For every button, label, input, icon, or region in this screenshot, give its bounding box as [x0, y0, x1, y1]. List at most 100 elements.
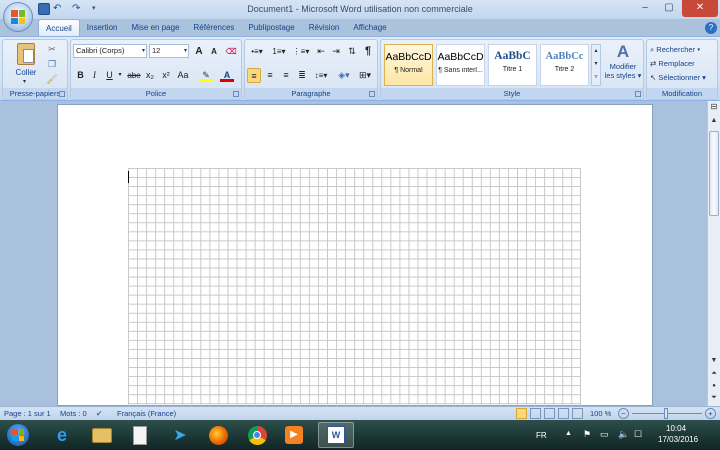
- web-layout-icon[interactable]: [544, 408, 555, 419]
- firefox-icon[interactable]: [206, 423, 230, 447]
- strikethrough-button[interactable]: abe: [126, 68, 142, 83]
- shrink-font-button[interactable]: A: [207, 44, 221, 59]
- action-center-flag-icon[interactable]: ⚑: [583, 429, 591, 440]
- full-screen-reading-icon[interactable]: [530, 408, 541, 419]
- style-normal[interactable]: AaBbCcD ¶ Normal: [384, 44, 433, 86]
- paste-button[interactable]: Coller ▾: [9, 42, 43, 87]
- browse-object-icon[interactable]: ●: [708, 380, 720, 392]
- sort-icon[interactable]: ⇅: [345, 44, 359, 59]
- align-left-icon[interactable]: ≡: [247, 68, 261, 83]
- next-page-icon[interactable]: ⏷: [708, 392, 720, 404]
- borders-icon[interactable]: ⊞▾: [355, 68, 375, 83]
- media-player-icon[interactable]: ▶: [282, 423, 306, 447]
- outline-view-icon[interactable]: [558, 408, 569, 419]
- zoom-slider-thumb[interactable]: [664, 408, 668, 419]
- network-icon[interactable]: ▭: [600, 429, 609, 440]
- select-button[interactable]: ↖ Sélectionner ▾: [650, 71, 716, 84]
- language-indicator[interactable]: Français (France): [117, 407, 176, 420]
- telegram-icon[interactable]: ➤: [168, 423, 192, 447]
- styles-gallery-scroll[interactable]: ▴ ▾ ▿: [591, 44, 601, 86]
- font-color-icon[interactable]: A: [219, 68, 235, 83]
- highlight-icon[interactable]: ✎: [198, 68, 214, 83]
- style-titre-2[interactable]: AaBbCc Titre 2: [540, 44, 589, 86]
- word-taskbar-button[interactable]: W: [318, 422, 354, 448]
- font-name-combo[interactable]: Calibri (Corps) ▾: [73, 44, 147, 58]
- numbering-icon[interactable]: 1≡▾: [269, 44, 289, 59]
- show-hidden-icons-icon[interactable]: ▲: [565, 430, 572, 437]
- document-page[interactable]: [57, 104, 653, 407]
- ruler-toggle-icon[interactable]: ⊟: [708, 101, 720, 113]
- zoom-level[interactable]: 100 %: [590, 407, 611, 420]
- cut-icon[interactable]: ✂: [45, 42, 59, 57]
- copy-icon[interactable]: ❐: [45, 57, 59, 72]
- italic-button[interactable]: I: [88, 68, 101, 83]
- scroll-down-icon[interactable]: ▼: [708, 355, 720, 367]
- justify-icon[interactable]: ≣: [295, 68, 309, 83]
- chrome-icon[interactable]: [245, 423, 269, 447]
- superscript-button[interactable]: x²: [159, 68, 173, 83]
- draft-view-icon[interactable]: [572, 408, 583, 419]
- document-file-icon[interactable]: [128, 423, 152, 447]
- replace-button[interactable]: ⇄ Remplacer: [650, 57, 716, 70]
- maximize-button[interactable]: ▢: [658, 0, 680, 17]
- tab-references[interactable]: Références: [187, 19, 242, 37]
- change-case-button[interactable]: Aa: [175, 68, 191, 83]
- tab-affichage[interactable]: Affichage: [346, 19, 393, 37]
- print-layout-icon[interactable]: [516, 408, 527, 419]
- tab-publipostage[interactable]: Publipostage: [241, 19, 301, 37]
- previous-page-icon[interactable]: ⏶: [708, 368, 720, 380]
- clear-format-icon[interactable]: ⌫: [224, 44, 238, 59]
- change-styles-button[interactable]: A Modifier les styles ▾: [603, 42, 643, 88]
- underline-dropdown-icon[interactable]: ▾: [116, 68, 124, 83]
- subscript-button[interactable]: x₂: [143, 68, 157, 83]
- decrease-indent-icon[interactable]: ⇤: [314, 44, 328, 59]
- clipboard-launcher-icon[interactable]: [59, 91, 65, 97]
- style-titre-1[interactable]: AaBbC Titre 1: [488, 44, 537, 86]
- chevron-up-icon[interactable]: ▴: [592, 45, 600, 58]
- help-icon[interactable]: ?: [705, 22, 717, 34]
- page-count[interactable]: Page : 1 sur 1: [4, 407, 51, 420]
- input-language[interactable]: FR: [536, 431, 547, 440]
- clock-time[interactable]: 10:04: [666, 424, 686, 433]
- close-button[interactable]: ✕: [682, 0, 718, 17]
- show-marks-button[interactable]: ¶: [361, 44, 375, 59]
- font-launcher-icon[interactable]: [233, 91, 239, 97]
- font-size-combo[interactable]: 12 ▾: [149, 44, 189, 58]
- volume-icon[interactable]: 🔈: [618, 429, 629, 440]
- gallery-more-icon[interactable]: ▿: [592, 71, 600, 84]
- tab-insertion[interactable]: Insertion: [80, 19, 125, 37]
- proofing-icon[interactable]: ✔: [96, 407, 102, 420]
- word-count[interactable]: Mots : 0: [60, 407, 87, 420]
- chevron-down-icon[interactable]: ▾: [592, 58, 600, 71]
- multilevel-list-icon[interactable]: ⋮≡▾: [291, 44, 311, 59]
- bold-button[interactable]: B: [74, 68, 87, 83]
- clock-date[interactable]: 17/03/2016: [658, 435, 698, 444]
- format-painter-icon[interactable]: 🖌: [45, 72, 59, 87]
- find-button[interactable]: ⌕ Rechercher ▾: [650, 43, 716, 56]
- zoom-out-icon[interactable]: −: [618, 408, 629, 419]
- tab-revision[interactable]: Révision: [302, 19, 347, 37]
- paragraph-launcher-icon[interactable]: [369, 91, 375, 97]
- start-button[interactable]: [4, 423, 32, 447]
- file-explorer-icon[interactable]: [90, 423, 114, 447]
- internet-explorer-icon[interactable]: e: [50, 423, 74, 447]
- shading-icon[interactable]: ◈▾: [335, 68, 353, 83]
- tab-mise-en-page[interactable]: Mise en page: [124, 19, 186, 37]
- tab-accueil[interactable]: Accueil: [38, 19, 80, 37]
- vertical-scrollbar[interactable]: ⊟ ▲ ▼ ⏶ ● ⏷: [707, 101, 720, 406]
- line-spacing-icon[interactable]: ↕≡▾: [311, 68, 331, 83]
- align-center-icon[interactable]: ≡: [263, 68, 277, 83]
- notifications-icon[interactable]: ☐: [634, 429, 642, 440]
- grow-font-button[interactable]: A: [192, 44, 206, 59]
- align-right-icon[interactable]: ≡: [279, 68, 293, 83]
- underline-button[interactable]: U: [103, 68, 116, 83]
- style-sans-interligne[interactable]: AaBbCcD ¶ Sans interl...: [436, 44, 485, 86]
- bullets-icon[interactable]: •≡▾: [247, 44, 267, 59]
- minimize-button[interactable]: –: [634, 0, 656, 17]
- styles-launcher-icon[interactable]: [635, 91, 641, 97]
- zoom-in-icon[interactable]: +: [705, 408, 716, 419]
- scroll-thumb[interactable]: [709, 131, 719, 216]
- increase-indent-icon[interactable]: ⇥: [329, 44, 343, 59]
- scroll-up-icon[interactable]: ▲: [708, 115, 720, 127]
- office-button[interactable]: [3, 2, 33, 32]
